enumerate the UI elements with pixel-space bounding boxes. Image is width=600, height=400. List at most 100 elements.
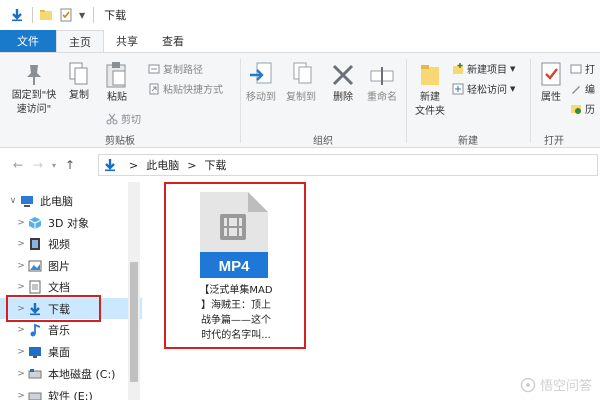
nav-item-3d-objects[interactable]: > 3D 对象 xyxy=(0,212,142,233)
nav-item-label: 视频 xyxy=(48,237,70,251)
expand-chevron-icon[interactable]: > xyxy=(14,369,28,379)
rename-icon xyxy=(370,67,394,85)
navigation-bar: ← → ▾ ↑ > 此电脑 > 下载 xyxy=(0,150,600,180)
file-name-line2: 】海贼王：顶上 xyxy=(201,300,271,311)
3d-objects-icon xyxy=(28,216,42,229)
navigation-pane: ∨ 此电脑 > 3D 对象 > 视频 > 图片 > 文档 > 下载 > 音乐 >… xyxy=(0,182,142,400)
new-item-dropdown-icon[interactable]: ▼ xyxy=(510,65,515,73)
tab-share[interactable]: 共享 xyxy=(104,30,150,52)
move-to-label: 移动到 xyxy=(246,92,276,103)
nav-item-pictures[interactable]: > 图片 xyxy=(0,255,142,276)
quick-access-toolbar: ▼ xyxy=(10,7,100,23)
nav-item-label: 此电脑 xyxy=(40,194,73,208)
copy-path-button[interactable]: 复制路径 xyxy=(148,61,203,76)
nav-item-label: 3D 对象 xyxy=(48,216,89,230)
cut-button[interactable]: 剪切 xyxy=(106,111,141,126)
tab-view[interactable]: 查看 xyxy=(150,30,196,52)
drive-icon xyxy=(28,368,42,378)
mp4-file-icon: MP4 xyxy=(200,192,268,278)
rename-button[interactable]: 重命名 xyxy=(362,61,402,105)
history-button[interactable]: 历 xyxy=(570,101,595,116)
copy-to-label: 复制到 xyxy=(286,92,316,103)
open-partial-label: 打 xyxy=(585,65,595,76)
ribbon: 固定到"快 速访问" 复制 粘贴 复制路径 粘贴快捷方式 剪切 剪贴板 移动到 xyxy=(0,52,600,148)
properties-label: 属性 xyxy=(541,92,561,103)
expand-chevron-icon[interactable]: > xyxy=(14,325,28,335)
nav-item-desktop[interactable]: > 桌面 xyxy=(0,341,142,362)
delete-button[interactable]: 删除 xyxy=(328,61,358,105)
rename-label: 重命名 xyxy=(367,92,397,103)
cut-label: 剪切 xyxy=(121,115,141,126)
history-partial-label: 历 xyxy=(585,105,595,116)
expand-chevron-icon[interactable]: > xyxy=(14,261,28,271)
picture-icon xyxy=(28,260,42,271)
paste-button[interactable]: 粘贴 xyxy=(100,61,134,105)
recent-dropdown-icon[interactable]: ▾ xyxy=(48,161,60,170)
folder-icon[interactable] xyxy=(39,8,53,22)
copy-to-button[interactable]: 复制到 xyxy=(282,61,320,105)
nav-item-software-e[interactable]: > 软件 (E:) xyxy=(0,385,142,400)
toolbar-divider xyxy=(93,7,95,23)
copy-icon xyxy=(69,62,88,85)
copy-button[interactable]: 复制 xyxy=(64,61,94,103)
easy-access-dropdown-icon[interactable]: ▼ xyxy=(510,85,515,93)
watermark-text: 悟空问答 xyxy=(539,379,592,394)
file-name: 【泛式单集MAD 】海贼王：顶上 战争篇——这个 时代的名字叫... xyxy=(176,283,296,343)
drive-icon xyxy=(28,392,42,400)
nav-item-this-pc[interactable]: ∨ 此电脑 xyxy=(0,190,142,211)
open-button[interactable]: 打 xyxy=(570,61,595,76)
easy-access-button[interactable]: 轻松访问 ▼ xyxy=(452,81,515,96)
copy-label: 复制 xyxy=(69,90,89,101)
easy-access-label: 轻松访问 xyxy=(467,85,507,96)
nav-item-documents[interactable]: > 文档 xyxy=(0,276,142,297)
properties-button[interactable]: 属性 xyxy=(536,61,566,105)
paste-label: 粘贴 xyxy=(107,92,127,103)
up-arrow-icon[interactable]: ↑ xyxy=(60,158,80,172)
breadcrumb-this-pc[interactable]: 此电脑 xyxy=(146,157,179,173)
move-to-button[interactable]: 移动到 xyxy=(242,61,280,105)
music-note-icon xyxy=(30,323,41,336)
new-folder-label-line1: 新建 xyxy=(420,92,440,103)
nav-item-music[interactable]: > 音乐 xyxy=(0,319,142,340)
nav-item-label: 本地磁盘 (C:) xyxy=(48,367,116,381)
tab-home[interactable]: 主页 xyxy=(56,30,104,52)
new-folder-button[interactable]: 新建 文件夹 xyxy=(410,61,450,119)
breadcrumb-downloads[interactable]: 下载 xyxy=(204,157,226,173)
computer-icon xyxy=(21,195,33,207)
collapse-chevron-icon[interactable]: ∨ xyxy=(6,196,20,206)
new-item-button[interactable]: 新建项目 ▼ xyxy=(452,61,515,76)
properties-icon xyxy=(541,62,561,86)
delete-label: 删除 xyxy=(333,92,353,103)
file-name-line4: 时代的名字叫... xyxy=(201,330,271,341)
copy-path-label: 复制路径 xyxy=(163,65,203,76)
breadcrumb-separator[interactable]: > xyxy=(129,159,138,172)
downloads-highlight-annotation xyxy=(6,295,101,322)
pin-to-quick-access-button[interactable]: 固定到"快 速访问" xyxy=(6,61,62,117)
down-arrow-icon[interactable] xyxy=(10,8,24,22)
file-type-badge: MP4 xyxy=(219,258,251,275)
expand-chevron-icon[interactable]: > xyxy=(14,391,28,400)
back-arrow-icon[interactable]: ← xyxy=(8,158,28,172)
edit-button[interactable]: 编 xyxy=(570,81,595,96)
tab-file[interactable]: 文件 xyxy=(0,30,56,52)
expand-chevron-icon[interactable]: > xyxy=(14,282,28,292)
scrollbar-thumb[interactable] xyxy=(130,262,138,382)
nav-item-label: 文档 xyxy=(48,280,70,294)
properties-check-icon[interactable] xyxy=(59,8,73,22)
toolbar-divider xyxy=(32,7,33,23)
nav-item-local-disk-c[interactable]: > 本地磁盘 (C:) xyxy=(0,363,142,384)
file-item-mp4[interactable]: MP4 【泛式单集MAD 】海贼王：顶上 战争篇——这个 时代的名字叫... xyxy=(164,182,306,349)
address-bar[interactable]: > 此电脑 > 下载 xyxy=(98,154,598,176)
nav-item-videos[interactable]: > 视频 xyxy=(0,233,142,254)
forward-arrow-icon[interactable]: → xyxy=(28,158,48,172)
move-to-icon xyxy=(250,62,272,84)
organize-group: 移动到 复制到 删除 重命名 组织 xyxy=(240,53,406,147)
expand-chevron-icon[interactable]: > xyxy=(14,347,28,357)
expand-chevron-icon[interactable]: > xyxy=(14,218,28,228)
paste-shortcut-button[interactable]: 粘贴快捷方式 xyxy=(148,81,223,96)
nav-pane-scrollbar[interactable] xyxy=(128,182,140,400)
quick-access-dropdown-icon[interactable]: ▼ xyxy=(79,11,85,20)
copy-to-icon xyxy=(293,62,312,84)
breadcrumb-separator[interactable]: > xyxy=(187,159,196,172)
expand-chevron-icon[interactable]: > xyxy=(14,239,28,249)
